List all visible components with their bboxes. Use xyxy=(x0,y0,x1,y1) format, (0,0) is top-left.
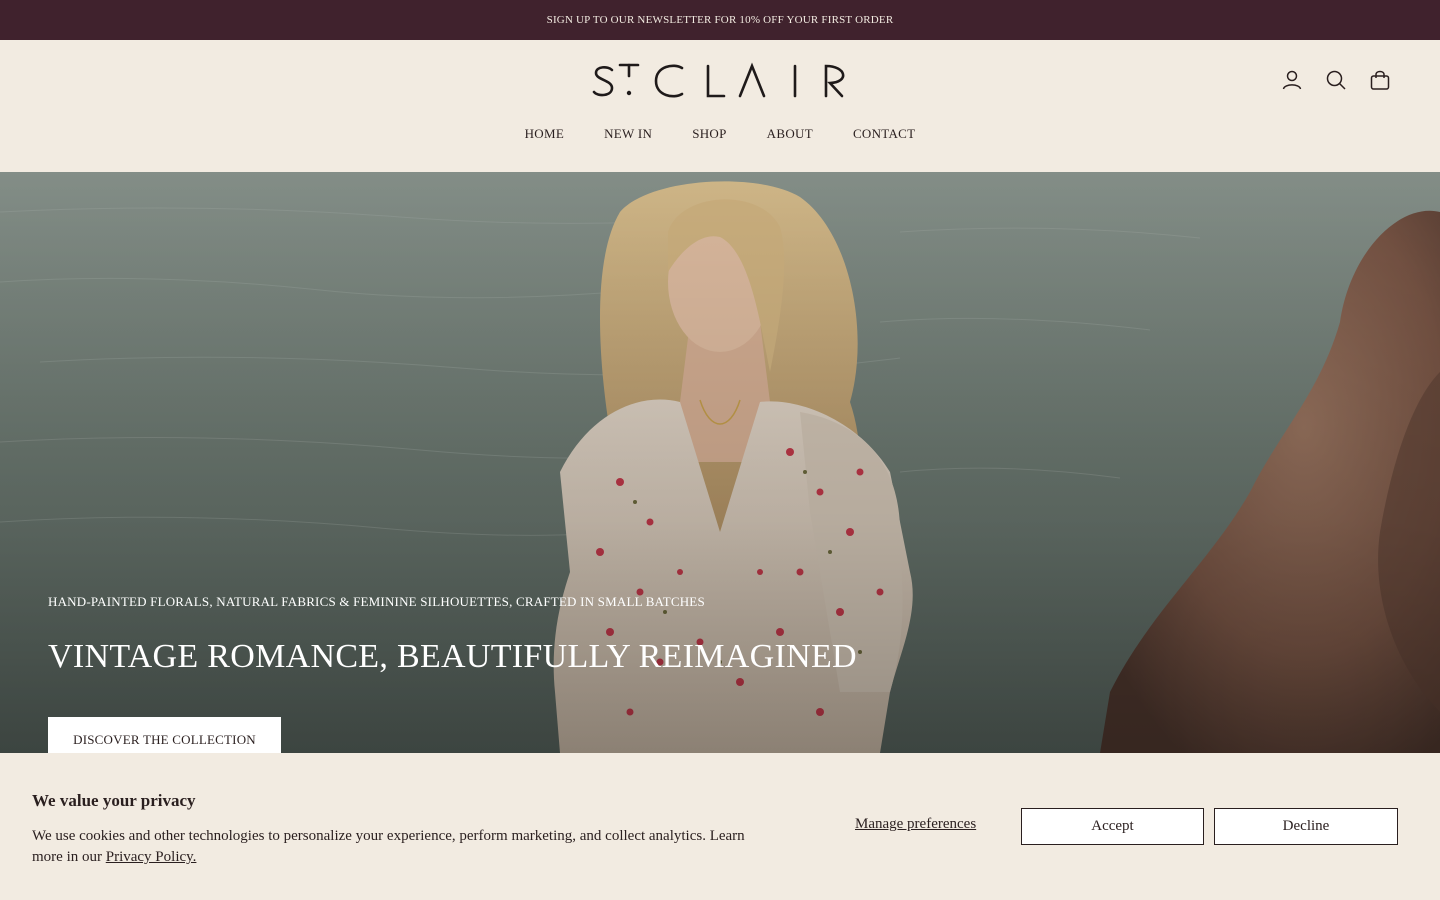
nav-item-home[interactable]: HOME xyxy=(525,126,564,142)
logo-wordmark xyxy=(592,62,845,98)
logo[interactable] xyxy=(590,62,850,102)
announcement-bar: SIGN UP TO OUR NEWSLETTER FOR 10% OFF YO… xyxy=(0,0,1440,40)
cookie-banner: We value your privacy We use cookies and… xyxy=(0,753,1440,900)
main-nav: HOME NEW IN SHOP ABOUT CONTACT xyxy=(0,126,1440,142)
privacy-policy-link[interactable]: Privacy Policy. xyxy=(106,849,197,865)
announcement-text: SIGN UP TO OUR NEWSLETTER FOR 10% OFF YO… xyxy=(546,14,894,26)
discover-collection-button[interactable]: DISCOVER THE COLLECTION xyxy=(48,717,281,753)
hero-subtitle: HAND-PAINTED FLORALS, NATURAL FABRICS & … xyxy=(48,594,705,609)
nav-item-about[interactable]: ABOUT xyxy=(767,126,813,142)
bag-icon[interactable] xyxy=(1368,68,1392,92)
nav-item-new-in[interactable]: NEW IN xyxy=(604,126,652,142)
account-icon[interactable] xyxy=(1280,68,1304,92)
nav-item-contact[interactable]: CONTACT xyxy=(853,126,915,142)
site-header: HOME NEW IN SHOP ABOUT CONTACT xyxy=(0,40,1440,172)
decline-button[interactable]: Decline xyxy=(1214,808,1398,845)
cookie-title: We value your privacy xyxy=(32,791,196,810)
hero-banner: HAND-PAINTED FLORALS, NATURAL FABRICS & … xyxy=(0,172,1440,753)
hero-title: VINTAGE ROMANCE, BEAUTIFULLY REIMAGINED xyxy=(48,638,857,675)
accept-button[interactable]: Accept xyxy=(1021,808,1204,845)
header-icons xyxy=(1280,68,1392,92)
cookie-text: We use cookies and other technologies to… xyxy=(32,826,772,868)
search-icon[interactable] xyxy=(1324,68,1348,92)
nav-item-shop[interactable]: SHOP xyxy=(692,126,726,142)
manage-preferences-link[interactable]: Manage preferences xyxy=(855,816,976,833)
